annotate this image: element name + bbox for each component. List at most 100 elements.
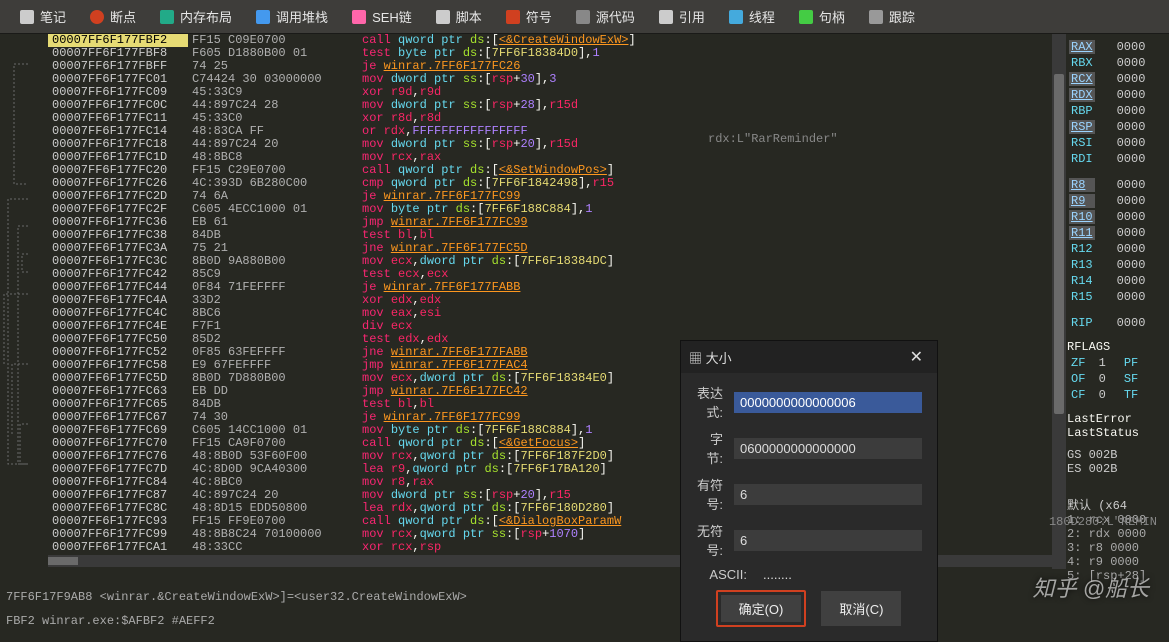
reg-name: RBX xyxy=(1069,56,1095,70)
reg-value[interactable]: 0000 xyxy=(1115,258,1148,272)
reg-value[interactable]: 0000 xyxy=(1115,136,1148,150)
stack-title: 默认 (x64 xyxy=(1067,496,1165,513)
ascii-label: ASCII: xyxy=(695,567,747,582)
reg-name: R9 xyxy=(1069,194,1095,208)
reg-name: R13 xyxy=(1069,258,1095,272)
reg-value[interactable]: 0000 xyxy=(1115,40,1148,54)
reg-value[interactable]: 0000 xyxy=(1115,274,1148,288)
lasterr-label: LastStatus xyxy=(1067,426,1165,440)
flag-name: ZF xyxy=(1069,356,1087,370)
reg-name: R15 xyxy=(1069,290,1095,304)
reg-value[interactable]: 0000 xyxy=(1115,88,1148,102)
tab-seh[interactable]: SEH链 xyxy=(342,3,422,30)
reg-name: RBP xyxy=(1069,104,1095,118)
flag-value: 1 xyxy=(1089,356,1107,370)
reg-name: R12 xyxy=(1069,242,1095,256)
flag-name: CF xyxy=(1069,388,1087,402)
bytes-input[interactable] xyxy=(733,437,923,460)
stack-entry[interactable]: 4: r9 0000 xyxy=(1067,555,1165,569)
tab-grid[interactable]: 内存布局 xyxy=(150,3,242,30)
flag-name: TF xyxy=(1122,388,1140,402)
reg-value[interactable]: 0000 xyxy=(1115,242,1148,256)
signed-input[interactable] xyxy=(733,483,923,506)
reg-value[interactable]: 0000 xyxy=(1115,210,1148,224)
reg-value[interactable]: 0000 xyxy=(1115,56,1148,70)
flag-name: PF xyxy=(1122,356,1140,370)
vscrollbar[interactable] xyxy=(1052,34,1066,569)
hscroll-thumb[interactable] xyxy=(48,557,78,565)
tab-thread[interactable]: 线程 xyxy=(719,3,785,30)
bytes-label: 字节: xyxy=(695,429,723,467)
registers-panel[interactable]: RAX0000RBX0000RCX0000RDX0000RBP0000RSP00… xyxy=(1062,34,1169,569)
reg-name: RCX xyxy=(1069,72,1095,86)
flow-gutter xyxy=(0,34,48,569)
asm-cell: mov dword ptr ss:[rsp+30],3 xyxy=(358,73,1062,86)
reg-name: R14 xyxy=(1069,274,1095,288)
tab-ref[interactable]: 引用 xyxy=(649,3,715,30)
status-line-1: 7FF6F17F9AB8 <winrar.&CreateWindowExW>]=… xyxy=(6,589,1163,605)
lasterr-label: LastError xyxy=(1067,412,1165,426)
flag-value: 0 xyxy=(1089,388,1107,402)
tab-label: 跟踪 xyxy=(889,7,915,26)
operand-hint-2: 180D280:L"REMIN xyxy=(1049,515,1157,529)
dialog-title: 大小 xyxy=(706,351,732,366)
tab-label: 断点 xyxy=(110,7,136,26)
calculator-icon: ▦ xyxy=(689,351,702,366)
tab-label: 内存布局 xyxy=(180,7,232,26)
main-area: 00007FF6F177FBF2 FF15 C09E0700 call qwor… xyxy=(0,34,1169,569)
tab-label: 线程 xyxy=(749,7,775,26)
unsigned-label: 无符号: xyxy=(695,521,723,559)
asm-cell: mov ecx,dword ptr ds:[7FF6F18384DC] xyxy=(358,255,1062,268)
tab-file[interactable]: 笔记 xyxy=(10,3,76,30)
tab-label: 句柄 xyxy=(819,7,845,26)
reg-value[interactable]: 0000 xyxy=(1115,120,1148,134)
stack-entry[interactable]: 5: [rsp+28] xyxy=(1067,569,1165,583)
reg-value[interactable]: 0000 xyxy=(1115,104,1148,118)
flag-name: SF xyxy=(1122,372,1140,386)
statusbar: 7FF6F17F9AB8 <winrar.&CreateWindowExW>]=… xyxy=(0,585,1169,633)
reg-name: R8 xyxy=(1069,178,1095,192)
reg-value[interactable]: 0000 xyxy=(1115,72,1148,86)
asm-cell: je winrar.7FF6F177FABB xyxy=(358,281,1062,294)
rflags-label: RFLAGS xyxy=(1067,340,1165,354)
tab-label: 源代码 xyxy=(596,7,635,26)
status-line-2: FBF2 winrar.exe:$AFBF2 #AEFF2 xyxy=(6,613,1163,629)
reg-name: R10 xyxy=(1069,210,1095,224)
seg-value: ES 002B xyxy=(1067,462,1165,476)
reg-value[interactable]: 0000 xyxy=(1115,152,1148,166)
unsigned-input[interactable] xyxy=(733,529,923,552)
stack-entry[interactable]: 2: rdx 0000 xyxy=(1067,527,1165,541)
expr-input[interactable] xyxy=(733,391,923,414)
reg-rip: RIP xyxy=(1069,316,1095,330)
tab-code[interactable]: 源代码 xyxy=(566,3,645,30)
reg-value[interactable]: 0000 xyxy=(1115,178,1148,192)
tab-stack[interactable]: 调用堆栈 xyxy=(246,3,338,30)
reg-name: RDX xyxy=(1069,88,1095,102)
reg-name: RSP xyxy=(1069,120,1095,134)
expr-label: 表达式: xyxy=(695,383,723,421)
dialog-titlebar[interactable]: ▦ 大小 ✕ xyxy=(681,341,937,373)
jump-arrows xyxy=(0,34,32,569)
asm-cell: mov dword ptr ss:[rsp+28],r15d xyxy=(358,99,1062,112)
operand-hint: rdx:L"RarReminder" xyxy=(708,132,838,146)
tab-trace[interactable]: 跟踪 xyxy=(859,3,925,30)
signed-label: 有符号: xyxy=(695,475,723,513)
reg-value[interactable]: 0000 xyxy=(1115,194,1148,208)
vscroll-thumb[interactable] xyxy=(1054,74,1064,414)
tab-label: 笔记 xyxy=(40,7,66,26)
reg-name: R11 xyxy=(1069,226,1095,240)
tab-label: 引用 xyxy=(679,7,705,26)
stack-entry[interactable]: 3: r8 0000 xyxy=(1067,541,1165,555)
close-icon[interactable]: ✕ xyxy=(904,347,929,367)
ascii-value: ........ xyxy=(757,567,792,582)
tab-handle[interactable]: 句柄 xyxy=(789,3,855,30)
flag-value: 0 xyxy=(1089,372,1107,386)
bytes-cell: 48:33CC xyxy=(188,541,358,554)
reg-name: RDI xyxy=(1069,152,1095,166)
reg-value[interactable]: 0000 xyxy=(1115,290,1148,304)
tab-label: 符号 xyxy=(526,7,552,26)
reg-value[interactable]: 0000 xyxy=(1115,226,1148,240)
tab-script[interactable]: 脚本 xyxy=(426,3,492,30)
tab-sym[interactable]: 符号 xyxy=(496,3,562,30)
tab-dot-red[interactable]: 断点 xyxy=(80,3,146,30)
